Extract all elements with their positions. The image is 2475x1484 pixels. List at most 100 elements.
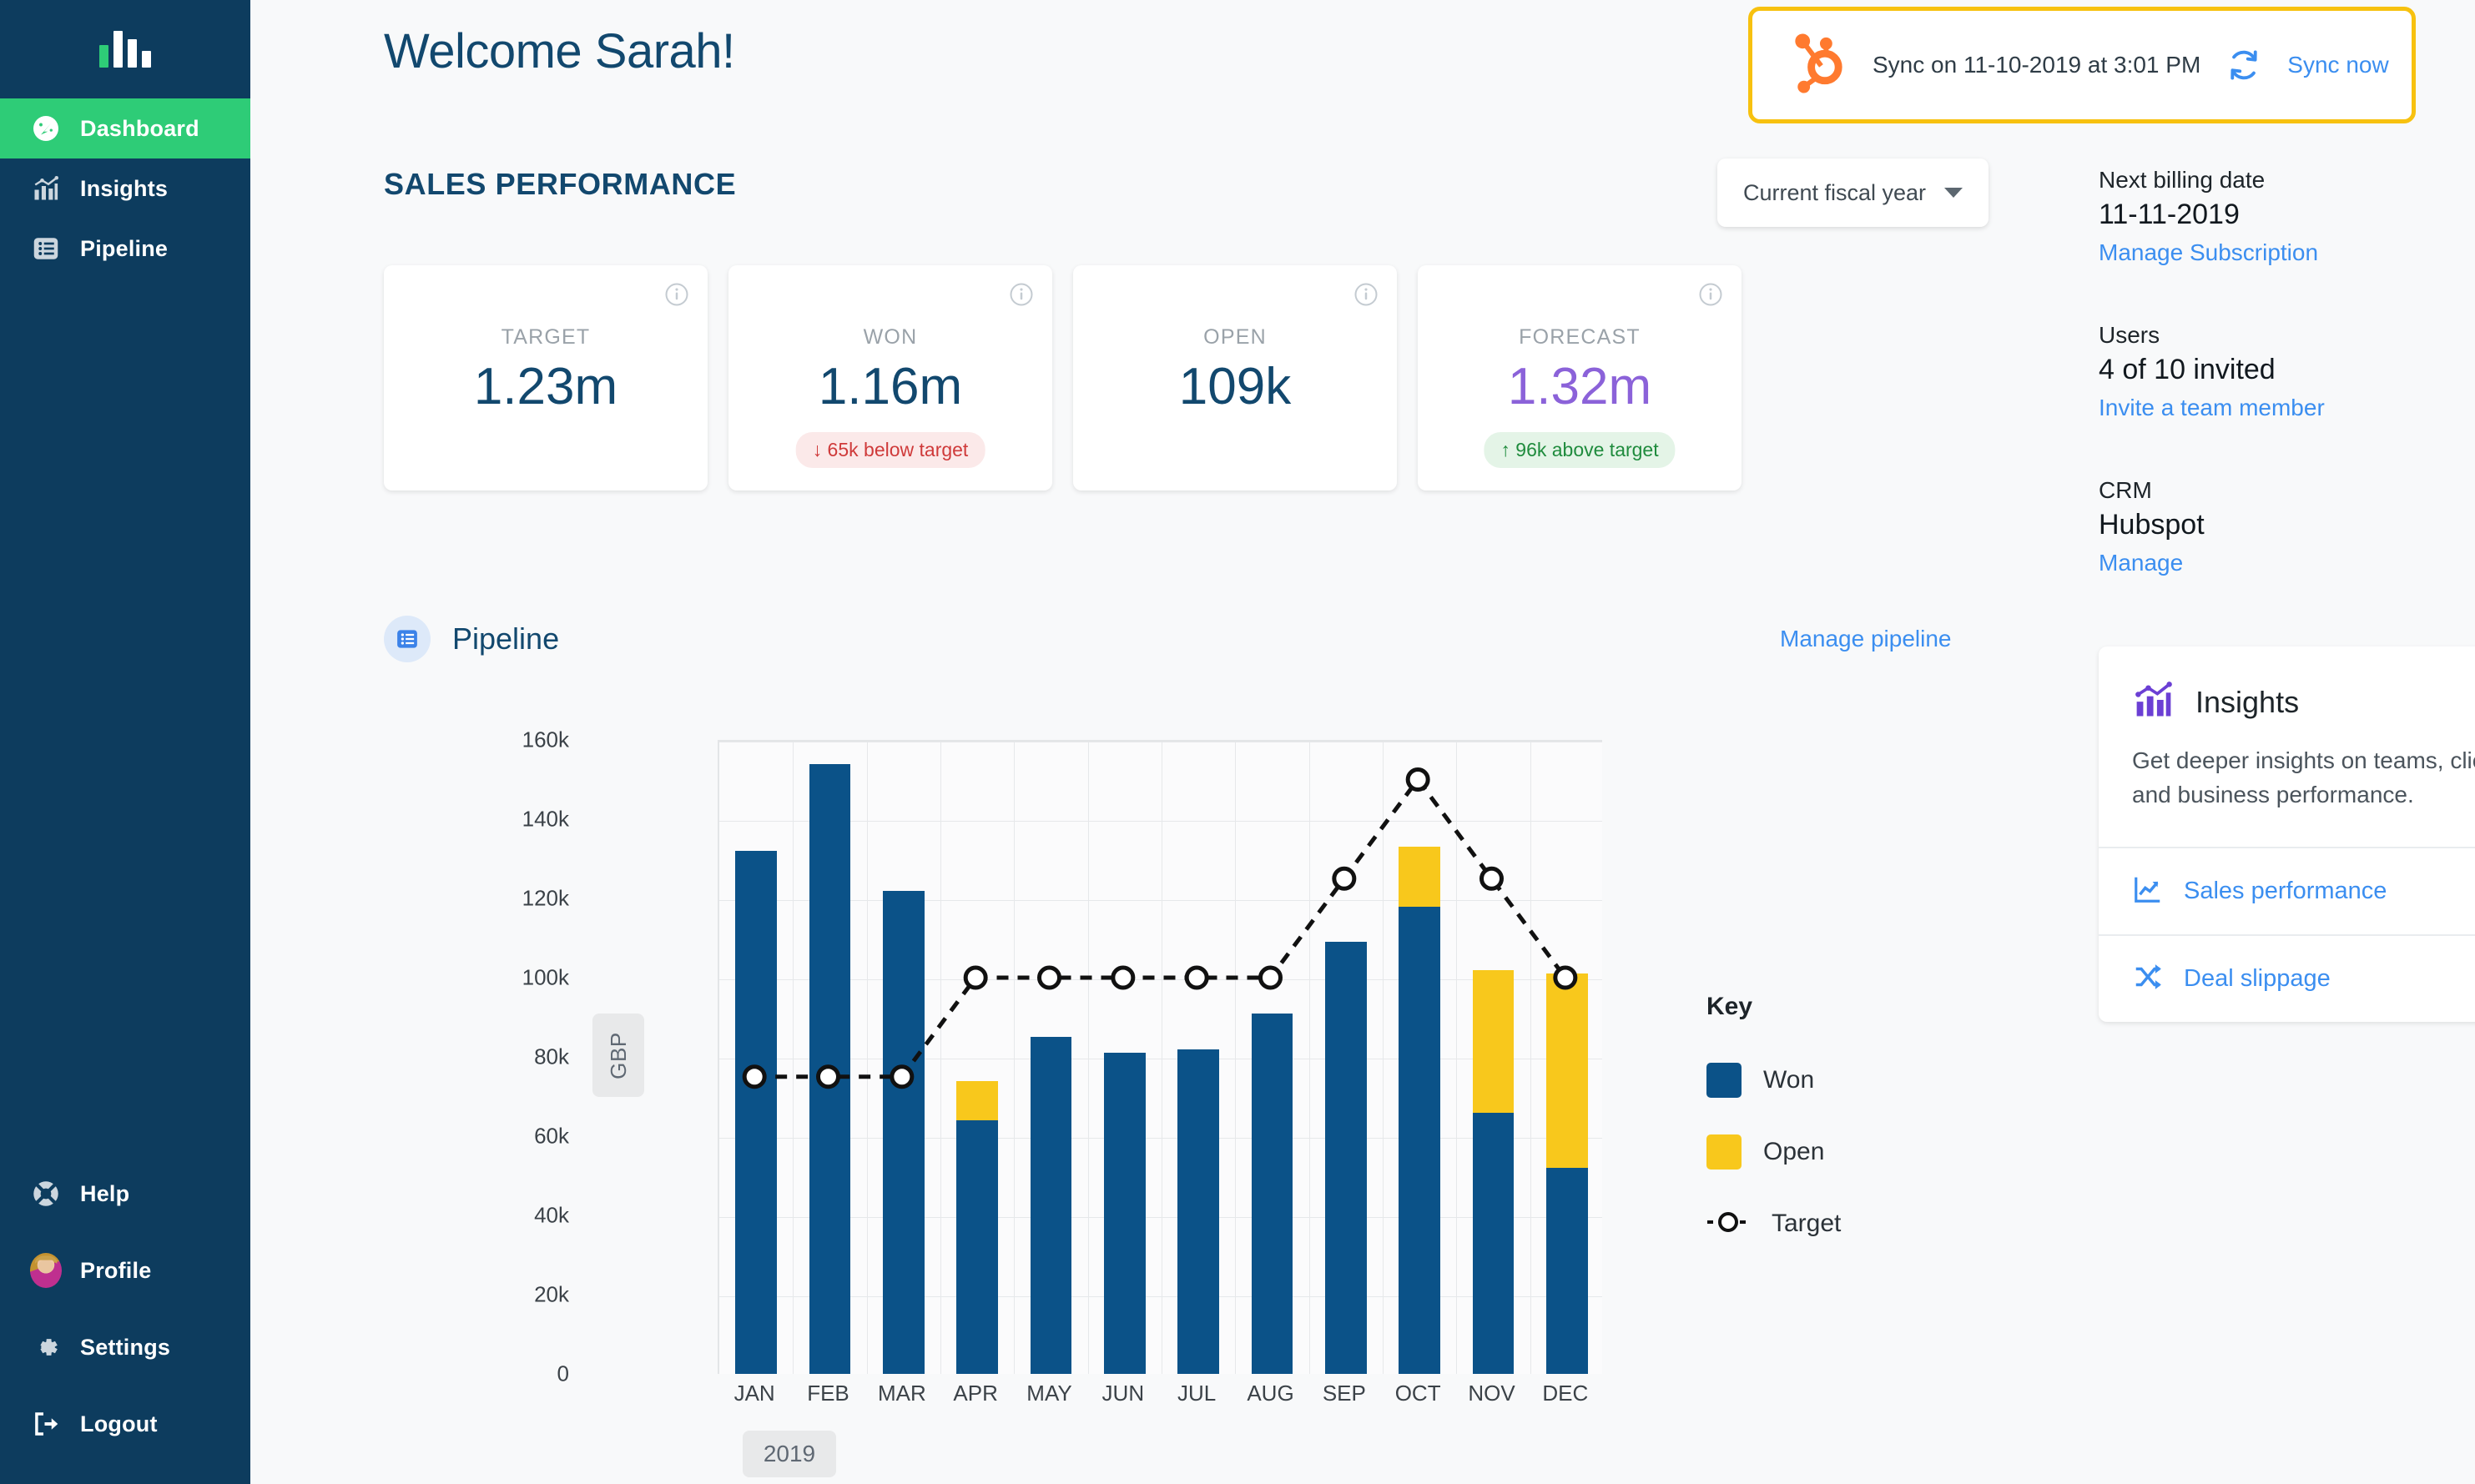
kpi-value: 109k	[1178, 358, 1292, 415]
chart-bar-segment-won	[1546, 1168, 1588, 1374]
info-icon[interactable]	[664, 282, 689, 311]
legend-title: Key	[1706, 993, 1753, 1020]
x-axis-tick-label: OCT	[1394, 1381, 1441, 1406]
kpi-label: WON	[863, 325, 918, 349]
sidebar-item-profile[interactable]: Profile	[0, 1232, 250, 1309]
insights-card-title: Insights	[2195, 684, 2300, 719]
legend-item-target[interactable]: Target	[1706, 1188, 1841, 1260]
kpi-label: FORECAST	[1519, 325, 1641, 349]
sidebar-item-help[interactable]: Help	[0, 1155, 250, 1232]
chart-bar[interactable]	[883, 890, 925, 1374]
chart-bar[interactable]	[1325, 942, 1367, 1374]
insights-link-deal-slippage[interactable]: Deal slippage	[2099, 934, 2475, 1022]
chart-bar[interactable]	[956, 1080, 998, 1374]
chart-bar[interactable]	[1251, 1013, 1293, 1374]
chart-bar-segment-open	[1399, 847, 1440, 907]
x-axis-tick-label: JAN	[733, 1381, 775, 1406]
chart-bar-segment-won	[1399, 906, 1440, 1374]
chart-bar[interactable]	[1399, 847, 1440, 1374]
refresh-icon[interactable]	[2225, 47, 2262, 83]
list-icon	[30, 233, 62, 264]
y-axis-tick-label: 100k	[522, 964, 569, 990]
y-axis-tick-label: 140k	[522, 806, 569, 832]
hubspot-sprocket-icon	[1787, 30, 1847, 101]
info-icon[interactable]	[1353, 282, 1379, 311]
list-icon	[384, 616, 431, 662]
chart-bar-segment-won	[809, 763, 851, 1374]
sidebar-item-settings[interactable]: Settings	[0, 1309, 250, 1386]
x-axis-label: 2019	[743, 1431, 836, 1477]
legend-swatch	[1706, 1063, 1742, 1098]
info-icon[interactable]	[1698, 282, 1723, 311]
chart-bar[interactable]	[735, 851, 777, 1374]
y-axis-tick-label: 160k	[522, 727, 569, 752]
primary-nav: Dashboard Insights Pipeline	[0, 98, 250, 279]
billing-value: 11-11-2019	[2099, 199, 2240, 230]
sync-status-banner[interactable]: Sync on 11-10-2019 at 3:01 PM Sync now	[1748, 7, 2416, 123]
chart-bar[interactable]	[809, 763, 851, 1374]
gridline	[1383, 742, 1384, 1374]
manage-crm-link[interactable]: Manage	[2099, 550, 2205, 576]
chart-bar-segment-won	[1177, 1049, 1219, 1374]
insights-link-label: Deal slippage	[2184, 965, 2331, 993]
gridline	[719, 1138, 1602, 1139]
kpi-value: 1.32m	[1507, 358, 1652, 415]
chart-legend: Key Won Open Target	[1706, 993, 1841, 1260]
sidebar-item-insights[interactable]: Insights	[0, 158, 250, 219]
x-axis-tick-label: AUG	[1247, 1381, 1294, 1406]
x-axis-tick-label: NOV	[1468, 1381, 1515, 1406]
chart-bar-segment-won	[1472, 1112, 1515, 1374]
crm-title: CRM	[2099, 477, 2152, 503]
sync-now-button[interactable]: Sync now	[2287, 52, 2388, 78]
gridline	[719, 1217, 1602, 1218]
gauge-icon	[30, 113, 62, 144]
status-badge: ↓ 65k below target	[795, 432, 985, 468]
billing-block: Next billing date 11-11-2019 Manage Subs…	[2099, 167, 2318, 266]
y-axis-tick-label: 40k	[534, 1202, 569, 1228]
sidebar-item-pipeline[interactable]: Pipeline	[0, 219, 250, 279]
gridline	[719, 821, 1602, 822]
chart-bar-segment-open	[1472, 969, 1515, 1113]
page-title: Welcome Sarah!	[384, 24, 735, 78]
insights-link-sales-performance[interactable]: Sales performance	[2099, 847, 2475, 934]
kpi-card-target[interactable]: TARGET 1.23m	[384, 265, 708, 490]
chart-bar-segment-won	[956, 1120, 998, 1374]
invite-team-member-link[interactable]: Invite a team member	[2099, 395, 2325, 421]
chart-bar-segment-won	[883, 890, 925, 1374]
billing-title: Next billing date	[2099, 167, 2266, 193]
legend-item-open[interactable]: Open	[1706, 1116, 1841, 1188]
sync-status-text: Sync on 11-10-2019 at 3:01 PM	[1873, 52, 2201, 78]
x-axis-tick-label: FEB	[807, 1381, 849, 1406]
gridline	[1308, 742, 1310, 1374]
y-axis-label: GBP	[592, 1014, 644, 1097]
y-axis-tick-label: 120k	[522, 885, 569, 911]
chart-bar[interactable]	[1030, 1037, 1072, 1374]
sidebar-item-label: Profile	[80, 1257, 152, 1283]
sidebar-item-label: Dashboard	[80, 115, 199, 141]
chart-bar[interactable]	[1177, 1049, 1219, 1374]
legend-item-won[interactable]: Won	[1706, 1044, 1841, 1116]
chart-bar-segment-won	[1325, 942, 1367, 1374]
gridline	[1014, 742, 1016, 1374]
kpi-card-forecast[interactable]: FORECAST 1.32m ↑ 96k above target	[1418, 265, 1742, 490]
sidebar-item-logout[interactable]: Logout	[0, 1386, 250, 1462]
kpi-card-open[interactable]: OPEN 109k	[1073, 265, 1397, 490]
manage-pipeline-link[interactable]: Manage pipeline	[1780, 626, 1952, 652]
chart-bar[interactable]	[1546, 973, 1588, 1374]
chart-bar-segment-won	[735, 851, 777, 1374]
info-icon[interactable]	[1009, 282, 1034, 311]
manage-subscription-link[interactable]: Manage Subscription	[2099, 239, 2318, 266]
insights-card: Insights Get deeper insights on teams, c…	[2099, 646, 2475, 1023]
legend-target-marker-icon	[1706, 1210, 1750, 1239]
kpi-card-won[interactable]: WON 1.16m ↓ 65k below target	[728, 265, 1052, 490]
sidebar-item-dashboard[interactable]: Dashboard	[0, 98, 250, 158]
fiscal-year-select[interactable]: Current fiscal year	[1717, 158, 1989, 227]
chart-bar-segment-won	[1251, 1013, 1293, 1374]
gridline	[940, 742, 941, 1374]
chart-bar[interactable]	[1472, 969, 1515, 1374]
gridline	[719, 1296, 1602, 1297]
pipeline-chart: GBP 0 20k 40k 60k 80k 100k 120k 140k 160k JAN FEB…	[384, 713, 1802, 1477]
app-logo[interactable]	[0, 0, 250, 98]
chart-bar[interactable]	[1104, 1053, 1146, 1374]
gear-icon	[30, 1331, 62, 1363]
